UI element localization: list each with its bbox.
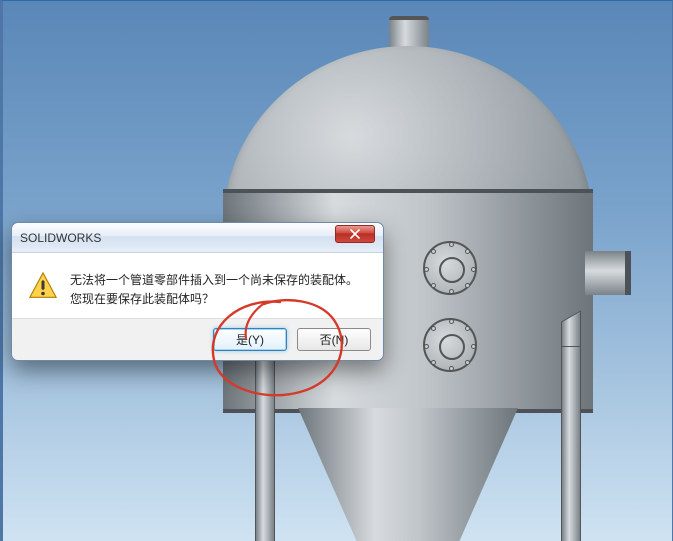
- dialog-title: SOLIDWORKS: [20, 231, 101, 245]
- warning-icon: [28, 271, 58, 301]
- yes-button[interactable]: 是(Y): [213, 328, 287, 351]
- dialog-button-row: 是(Y) 否(N): [12, 318, 383, 360]
- vessel-weld-seam-upper: [223, 189, 593, 193]
- dialog-content: 无法将一个管道零部件插入到一个尚未保存的装配体。 您现在要保存此装配体吗？: [12, 253, 383, 318]
- dialog-message-line1: 无法将一个管道零部件插入到一个尚未保存的装配体。: [70, 271, 358, 290]
- message-dialog: SOLIDWORKS 无法将一个管道零部件插入到一个尚未保存的装配体。 您现在要…: [11, 222, 384, 361]
- vessel-side-nozzle: [585, 251, 631, 295]
- dialog-titlebar[interactable]: SOLIDWORKS: [12, 223, 383, 253]
- vessel-bottom-cone: [298, 408, 518, 541]
- close-icon: [350, 229, 360, 239]
- close-button[interactable]: [335, 225, 375, 243]
- dialog-message: 无法将一个管道零部件插入到一个尚未保存的装配体。 您现在要保存此装配体吗？: [70, 271, 358, 308]
- dialog-message-line2: 您现在要保存此装配体吗？: [70, 290, 358, 309]
- vessel-flange-1: [423, 241, 477, 295]
- vessel-leg-left: [255, 346, 275, 541]
- vessel-leg-right: [561, 346, 581, 541]
- no-button[interactable]: 否(N): [297, 328, 371, 351]
- vessel-flange-2: [423, 318, 477, 372]
